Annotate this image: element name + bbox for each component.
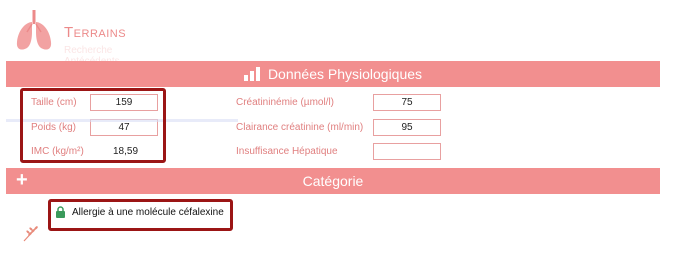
insuffisance-hepatique-input[interactable] (373, 143, 441, 160)
physio-section-title: Données Physiologiques (267, 66, 423, 82)
creatininemie-label: Créatininémie (µmol/l) (236, 97, 335, 108)
lungs-icon (16, 10, 52, 50)
category-section-header[interactable]: + Catégorie (6, 168, 660, 194)
highlight-box-physio (20, 88, 166, 163)
page-title: Terrains (64, 24, 127, 41)
plus-icon[interactable]: + (16, 169, 28, 192)
highlight-box-allergy (48, 199, 233, 231)
category-section-title: Catégorie (302, 173, 364, 189)
creatininemie-input[interactable]: 75 (373, 94, 441, 111)
physio-section-header[interactable]: Données Physiologiques (6, 61, 660, 87)
insuffisance-hepatique-label: Insuffisance Hépatique (236, 146, 338, 157)
clairance-input[interactable]: 95 (373, 119, 441, 136)
wheat-icon (23, 226, 38, 242)
ghost-text-1: Recherche (64, 45, 113, 56)
bar-chart-icon (243, 67, 260, 81)
clairance-label: Clairance créatinine (ml/min) (236, 122, 364, 133)
